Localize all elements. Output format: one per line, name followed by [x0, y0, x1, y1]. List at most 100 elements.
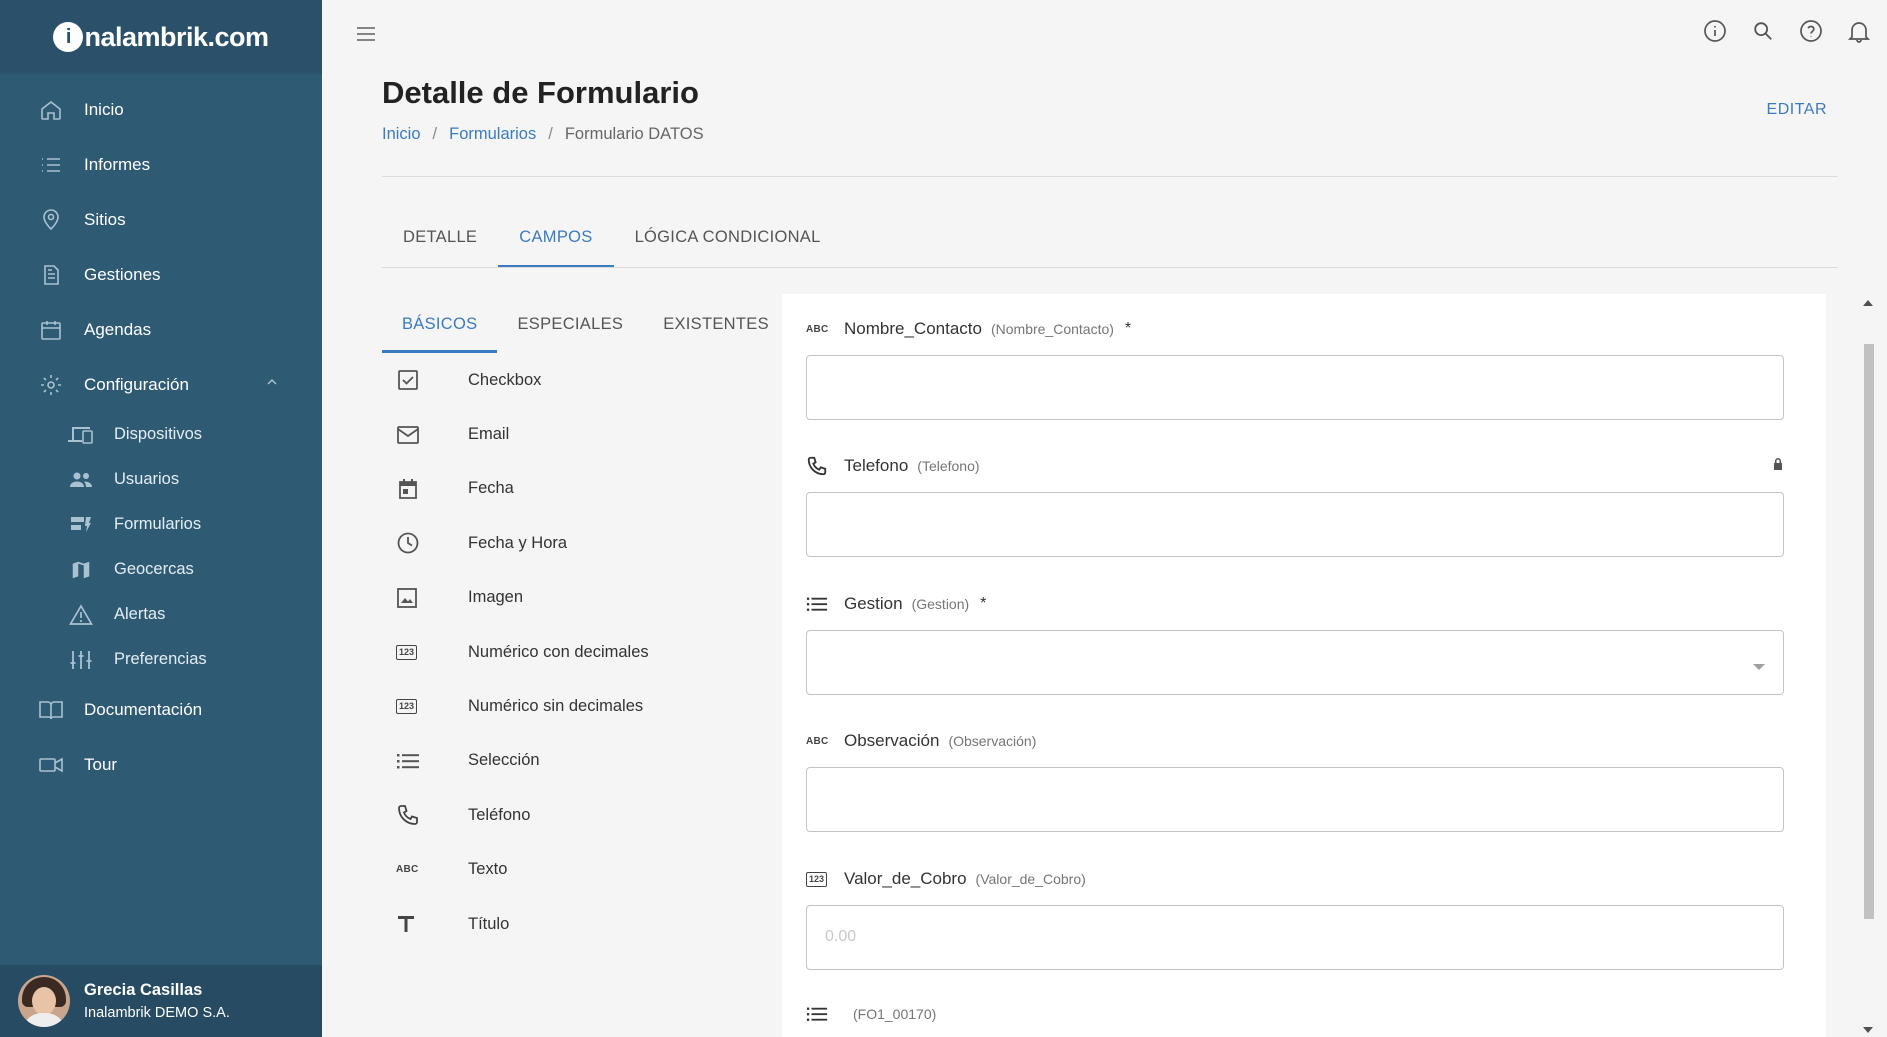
calendar-icon	[38, 317, 64, 343]
video-icon	[38, 752, 64, 778]
sidebar-item-agendas[interactable]: Agendas	[0, 302, 322, 357]
sidebar-item-label: Inicio	[84, 99, 124, 119]
field-type-label: Numérico con decimales	[468, 642, 649, 661]
menu-toggle-button[interactable]	[354, 22, 378, 51]
tab-campos[interactable]: CAMPOS	[498, 218, 614, 268]
user-company: Inalambrik DEMO S.A.	[84, 1005, 230, 1021]
phone-input[interactable]	[806, 492, 1784, 557]
sidebar-item-inicio[interactable]: Inicio	[0, 82, 322, 137]
location-pin-icon	[38, 207, 64, 233]
field-type-checkbox[interactable]: Checkbox	[382, 353, 762, 407]
subtab-basicos[interactable]: BÁSICOS	[382, 304, 498, 353]
sidebar-item-label: Informes	[84, 154, 151, 174]
field-type-label: Email	[468, 425, 510, 444]
field-type-seleccion[interactable]: Selección	[382, 734, 762, 788]
breadcrumb-current: Formulario DATOS	[564, 125, 704, 143]
field-type-label: Numérico sin decimales	[468, 697, 644, 716]
sidebar-subitem-usuarios[interactable]: Usuarios	[0, 457, 322, 502]
sidebar-subitem-label: Usuarios	[114, 470, 180, 488]
field-type-label: Título	[468, 914, 510, 933]
field-id: (Gestion)	[911, 596, 970, 612]
email-icon	[396, 424, 446, 446]
sidebar-subitem-label: Alertas	[114, 605, 166, 623]
avatar	[18, 975, 70, 1027]
abc-icon: ABC	[806, 323, 829, 335]
edit-button[interactable]: EDITAR	[1767, 101, 1827, 119]
field-id: (Nombre_Contacto)	[990, 321, 1114, 337]
checkbox-icon	[396, 368, 446, 392]
home-icon	[38, 97, 64, 123]
map-icon	[68, 557, 94, 583]
sidebar-item-gestiones[interactable]: Gestiones	[0, 247, 322, 302]
book-icon	[38, 697, 64, 723]
scroll-down-arrow-icon[interactable]	[1863, 1027, 1873, 1033]
logo-ball: i	[53, 22, 84, 52]
title-icon	[396, 914, 446, 934]
breadcrumb-formularios[interactable]: Formularios	[449, 125, 536, 144]
sidebar-subitem-label: Formularios	[114, 515, 202, 533]
chevron-up-icon[interactable]	[264, 374, 280, 395]
field-type-numerico-con-decimales[interactable]: 123 Numérico con decimales	[382, 625, 762, 679]
subtab-especiales[interactable]: ESPECIALES	[497, 304, 643, 353]
form-scrollbar[interactable]	[1861, 294, 1875, 1037]
numeric-icon: 123	[396, 644, 446, 660]
field-type-fecha[interactable]: Fecha	[382, 462, 762, 516]
tune-icon	[68, 647, 94, 673]
text-input[interactable]	[806, 355, 1784, 420]
abc-icon: ABC	[396, 864, 419, 876]
search-icon[interactable]	[1751, 19, 1775, 43]
field-type-telefono[interactable]: Teléfono	[382, 788, 762, 842]
bell-icon[interactable]	[1847, 19, 1871, 43]
sidebar-item-configuracion[interactable]: Configuración	[0, 357, 322, 412]
info-icon[interactable]	[1703, 19, 1727, 43]
user-profile[interactable]: Grecia Casillas Inalambrik DEMO S.A.	[0, 965, 322, 1037]
field-type-label: Checkbox	[468, 370, 542, 389]
tab-detalle[interactable]: DETALLE	[382, 218, 498, 268]
field-type-fecha-y-hora[interactable]: Fecha y Hora	[382, 516, 762, 570]
field-type-titulo[interactable]: Título	[382, 897, 762, 951]
text-input[interactable]	[806, 767, 1784, 832]
sidebar-item-label: Configuración	[84, 374, 189, 394]
sidebar-subitem-geocercas[interactable]: Geocercas	[0, 547, 322, 592]
sidebar-item-tour[interactable]: Tour	[0, 737, 322, 792]
field-name: Telefono	[844, 456, 909, 475]
select-input[interactable]	[806, 630, 1784, 695]
form-field-nombre-contacto: ABC Nombre_Contacto (Nombre_Contacto) *	[806, 316, 1784, 420]
scroll-up-arrow-icon[interactable]	[1863, 300, 1873, 306]
sidebar-subitem-dispositivos[interactable]: Dispositivos	[0, 412, 322, 457]
sidebar-item-label: Sitios	[84, 209, 126, 229]
sidebar-subitem-preferencias[interactable]: Preferencias	[0, 637, 322, 682]
breadcrumb-separator: /	[432, 125, 438, 143]
sidebar-nav: Inicio Informes Sitios Gestiones Agendas	[0, 74, 322, 792]
field-type-imagen[interactable]: Imagen	[382, 571, 762, 625]
field-type-label: Fecha y Hora	[468, 533, 568, 552]
top-icons	[1703, 19, 1871, 43]
breadcrumb-inicio[interactable]: Inicio	[382, 125, 421, 144]
scrollbar-thumb[interactable]	[1864, 344, 1874, 919]
subtab-existentes[interactable]: EXISTENTES	[643, 304, 789, 353]
sidebar-subitem-formularios[interactable]: Formularios	[0, 502, 322, 547]
calendar-icon	[396, 477, 446, 501]
field-type-label: Selección	[468, 751, 540, 770]
dropdown-arrow-icon	[1753, 658, 1765, 676]
sidebar-item-documentacion[interactable]: Documentación	[0, 682, 322, 737]
sidebar-item-label: Tour	[84, 754, 118, 774]
field-type-numerico-sin-decimales[interactable]: 123 Numérico sin decimales	[382, 679, 762, 733]
field-type-texto[interactable]: ABC Texto	[382, 843, 762, 897]
sidebar-item-sitios[interactable]: Sitios	[0, 192, 322, 247]
divider	[382, 176, 1838, 177]
field-type-email[interactable]: Email	[382, 407, 762, 461]
tab-logica-condicional[interactable]: LÓGICA CONDICIONAL	[614, 218, 842, 268]
form-field-observacion: ABC Observación (Observación)	[806, 728, 1784, 832]
list-icon	[806, 594, 828, 614]
image-icon	[396, 587, 446, 609]
number-input[interactable]: 0.00	[806, 905, 1784, 970]
help-icon[interactable]	[1799, 19, 1823, 43]
field-type-list: Checkbox Email Fecha Fecha y Hora Imagen…	[382, 353, 762, 951]
phone-icon	[396, 803, 446, 827]
field-id: (Telefono)	[917, 458, 980, 474]
logo[interactable]: i nalambrik.com	[53, 22, 269, 53]
form-field-gestion: Gestion (Gestion) *	[806, 591, 1784, 695]
sidebar-subitem-alertas[interactable]: Alertas	[0, 592, 322, 637]
sidebar-item-informes[interactable]: Informes	[0, 137, 322, 192]
